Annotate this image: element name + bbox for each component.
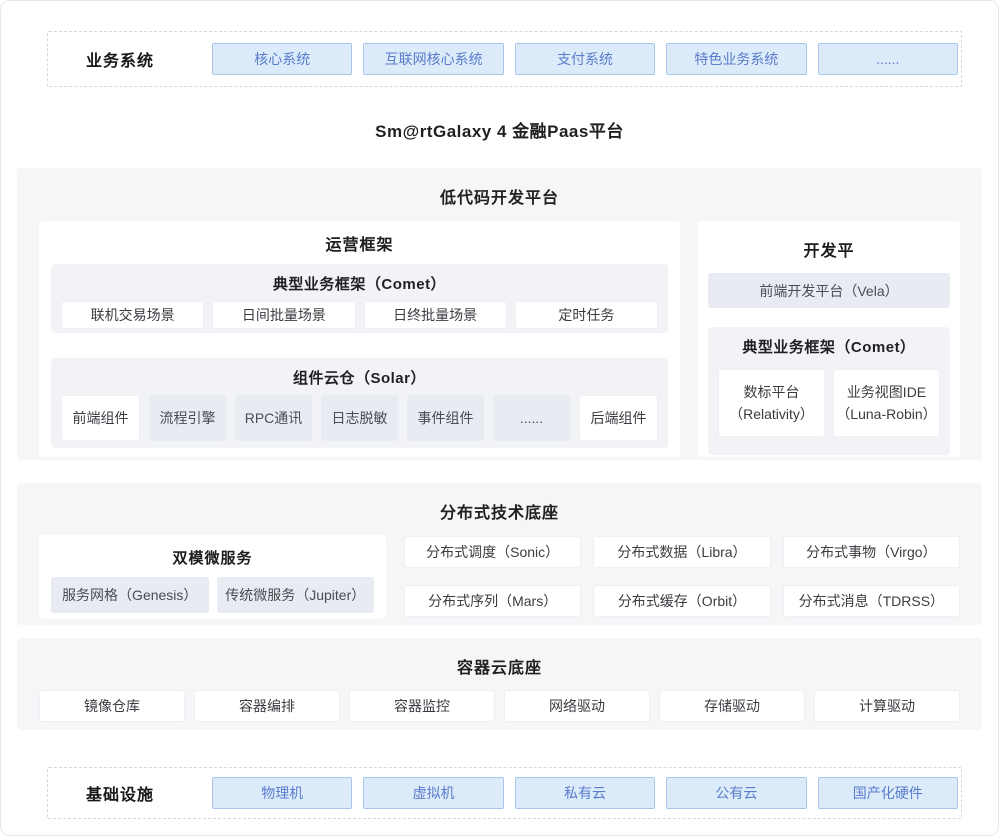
infrastructure-label: 基础设施 [86, 781, 154, 805]
business-system-special[interactable]: 特色业务系统 [666, 43, 806, 75]
business-systems-row: 业务系统 核心系统 互联网核心系统 支付系统 特色业务系统 ...... [47, 31, 962, 87]
infra-public-cloud[interactable]: 公有云 [666, 777, 806, 809]
business-system-core[interactable]: 核心系统 [212, 43, 352, 75]
compute-driver[interactable]: 计算驱动 [814, 690, 960, 722]
dual-mode-title: 双模微服务 [51, 535, 374, 568]
component-backend[interactable]: 后端组件 [579, 395, 658, 441]
infra-physical-machine[interactable]: 物理机 [212, 777, 352, 809]
component-log-masking[interactable]: 日志脱敏 [321, 395, 398, 441]
scenario-daytime-batch[interactable]: 日间批量场景 [212, 301, 355, 329]
container-base-items: 镜像仓库 容器编排 容器监控 网络驱动 存储驱动 计算驱动 [39, 690, 960, 722]
dev-comet-title: 典型业务框架（Comet） [718, 327, 940, 357]
storage-driver[interactable]: 存储驱动 [659, 690, 805, 722]
solar-component-title: 组件云仓（Solar） [61, 358, 658, 388]
card-relativity-name: 数标平台 [743, 381, 799, 403]
distributed-services-grid: 分布式调度（Sonic） 分布式数据（Libra） 分布式事物（Virgo） 分… [404, 535, 960, 619]
image-registry[interactable]: 镜像仓库 [39, 690, 185, 722]
distributed-base-panel: 分布式技术底座 双模微服务 服务网格（Genesis） 传统微服务（Jupite… [17, 483, 982, 625]
ops-framework-box: 运营框架 典型业务框架（Comet） 联机交易场景 日间批量场景 日终批量场景 … [39, 221, 680, 457]
dev-comet-cards: 数标平台 （Relativity） 业务视图IDE （Luna-Robin） [718, 369, 940, 437]
business-system-more[interactable]: ...... [818, 43, 958, 75]
component-rpc[interactable]: RPC通讯 [235, 395, 312, 441]
ops-framework-title: 运营框架 [51, 221, 668, 255]
traditional-microservice-jupiter[interactable]: 传统微服务（Jupiter） [217, 577, 375, 613]
card-relativity-platform[interactable]: 数标平台 （Relativity） [718, 369, 825, 437]
business-system-payment[interactable]: 支付系统 [515, 43, 655, 75]
business-systems-buttons: 核心系统 互联网核心系统 支付系统 特色业务系统 ...... [212, 43, 958, 75]
distributed-base-body: 双模微服务 服务网格（Genesis） 传统微服务（Jupiter） 分布式调度… [39, 535, 960, 619]
card-ide-name: 业务视图IDE [847, 381, 926, 403]
solar-component-section: 组件云仓（Solar） 前端组件 流程引擎 RPC通讯 日志脱敏 事件组件 ..… [51, 358, 668, 448]
business-systems-label: 业务系统 [86, 47, 154, 71]
card-ide-code: （Luna-Robin） [836, 403, 936, 425]
lowcode-platform-panel: 低代码开发平台 运营框架 典型业务框架（Comet） 联机交易场景 日间批量场景… [17, 168, 982, 460]
card-relativity-code: （Relativity） [729, 403, 814, 425]
distributed-scheduler-sonic[interactable]: 分布式调度（Sonic） [404, 536, 581, 568]
scenario-online-trade[interactable]: 联机交易场景 [61, 301, 204, 329]
distributed-cache-orbit[interactable]: 分布式缓存（Orbit） [593, 585, 770, 617]
solar-component-items: 前端组件 流程引擎 RPC通讯 日志脱敏 事件组件 ...... 后端组件 [61, 395, 658, 441]
infrastructure-row: 基础设施 物理机 虚拟机 私有云 公有云 国产化硬件 [47, 767, 962, 819]
dual-mode-items: 服务网格（Genesis） 传统微服务（Jupiter） [51, 577, 374, 613]
distributed-transaction-virgo[interactable]: 分布式事物（Virgo） [783, 536, 960, 568]
frontend-dev-platform-vela[interactable]: 前端开发平台（Vela） [708, 273, 950, 308]
infra-private-cloud[interactable]: 私有云 [515, 777, 655, 809]
component-more[interactable]: ...... [493, 395, 570, 441]
lowcode-platform-title: 低代码开发平台 [39, 168, 960, 208]
distributed-message-tdrss[interactable]: 分布式消息（TDRSS） [783, 585, 960, 617]
component-event[interactable]: 事件组件 [407, 395, 484, 441]
container-base-panel: 容器云底座 镜像仓库 容器编排 容器监控 网络驱动 存储驱动 计算驱动 [17, 638, 982, 730]
container-orchestration[interactable]: 容器编排 [194, 690, 340, 722]
page-title: Sm@rtGalaxy 4 金融Paas平台 [1, 117, 998, 142]
comet-framework-items: 联机交易场景 日间批量场景 日终批量场景 定时任务 [61, 301, 658, 329]
scenario-scheduled-task[interactable]: 定时任务 [515, 301, 658, 329]
network-driver[interactable]: 网络驱动 [504, 690, 650, 722]
card-business-view-ide[interactable]: 业务视图IDE （Luna-Robin） [833, 369, 940, 437]
lowcode-platform-body: 运营框架 典型业务框架（Comet） 联机交易场景 日间批量场景 日终批量场景 … [39, 221, 960, 457]
comet-framework-section: 典型业务框架（Comet） 联机交易场景 日间批量场景 日终批量场景 定时任务 [51, 264, 668, 333]
distributed-base-title: 分布式技术底座 [39, 483, 960, 523]
infrastructure-buttons: 物理机 虚拟机 私有云 公有云 国产化硬件 [212, 777, 958, 809]
distributed-data-libra[interactable]: 分布式数据（Libra） [593, 536, 770, 568]
component-workflow-engine[interactable]: 流程引擎 [149, 395, 226, 441]
comet-framework-title: 典型业务框架（Comet） [61, 264, 658, 294]
infra-virtual-machine[interactable]: 虚拟机 [363, 777, 503, 809]
business-system-internet-core[interactable]: 互联网核心系统 [363, 43, 503, 75]
dev-platform-box: 开发平 前端开发平台（Vela） 典型业务框架（Comet） 数标平台 （Rel… [698, 221, 960, 457]
scenario-endofday-batch[interactable]: 日终批量场景 [364, 301, 507, 329]
dev-platform-title: 开发平 [708, 221, 950, 261]
distributed-sequence-mars[interactable]: 分布式序列（Mars） [404, 585, 581, 617]
container-monitoring[interactable]: 容器监控 [349, 690, 495, 722]
component-frontend[interactable]: 前端组件 [61, 395, 140, 441]
service-mesh-genesis[interactable]: 服务网格（Genesis） [51, 577, 209, 613]
infra-domestic-hardware[interactable]: 国产化硬件 [818, 777, 958, 809]
architecture-diagram-page: 业务系统 核心系统 互联网核心系统 支付系统 特色业务系统 ...... Sm@… [0, 0, 999, 836]
dual-mode-microservice-box: 双模微服务 服务网格（Genesis） 传统微服务（Jupiter） [39, 535, 386, 619]
dev-comet-section: 典型业务框架（Comet） 数标平台 （Relativity） 业务视图IDE … [708, 327, 950, 455]
container-base-title: 容器云底座 [39, 638, 960, 678]
